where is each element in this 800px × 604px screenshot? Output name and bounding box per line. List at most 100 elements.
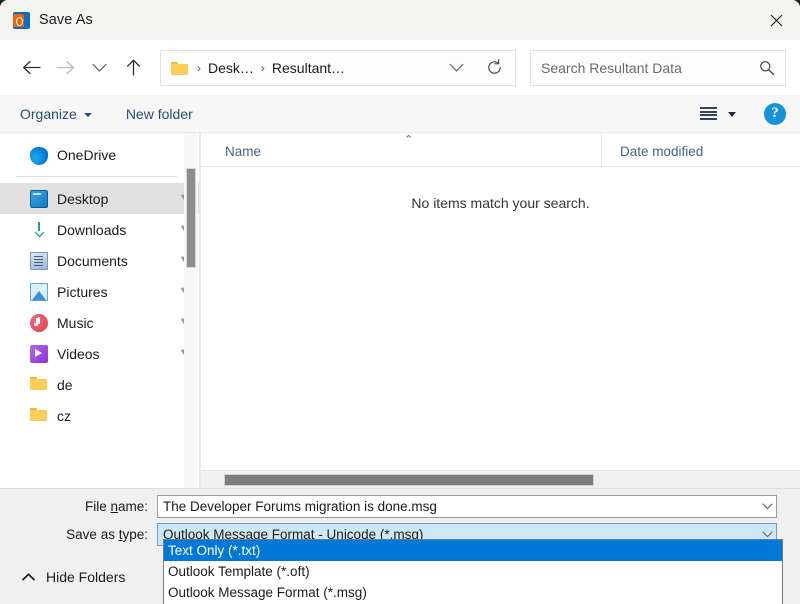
breadcrumb-item-resultant[interactable]: Resultant… (272, 60, 345, 76)
file-list-horizontal-scrollbar[interactable] (201, 470, 800, 488)
navigation-pane: OneDrive Desktop ✒ Downloads ✒ Documents… (0, 133, 200, 488)
sidebar-item-label: Documents (57, 253, 128, 269)
dropdown-option-label: Outlook Message Format (*.msg) (168, 585, 367, 600)
outlook-icon (13, 12, 30, 29)
sidebar-item-desktop[interactable]: Desktop ✒ (0, 183, 199, 214)
file-name-label: File name: (0, 499, 157, 514)
chevron-down-icon (449, 63, 464, 73)
sidebar-item-pictures[interactable]: Pictures ✒ (0, 276, 199, 307)
forward-button[interactable] (48, 51, 82, 85)
sort-ascending-icon: ⌃ (404, 135, 413, 146)
view-list-icon (700, 107, 717, 120)
sidebar-item-label: Music (57, 315, 94, 331)
view-options-button[interactable] (694, 101, 742, 127)
save-form: File name: The Developer Forums migratio… (0, 488, 800, 550)
up-button[interactable] (116, 51, 150, 85)
help-label: ? (771, 105, 779, 122)
file-name-input[interactable]: The Developer Forums migration is done.m… (157, 495, 777, 518)
chevron-down-icon (92, 63, 107, 73)
close-button[interactable] (753, 0, 800, 40)
documents-icon (30, 252, 48, 270)
column-header-label: Date modified (620, 144, 703, 159)
folder-icon (30, 377, 48, 395)
onedrive-icon (30, 147, 48, 165)
new-folder-button[interactable]: New folder (120, 101, 199, 127)
navigation-pane-list: OneDrive Desktop ✒ Downloads ✒ Documents… (0, 133, 199, 431)
sidebar-item-label: Pictures (57, 284, 108, 300)
desktop-icon (30, 190, 48, 208)
dropdown-option-outlook-template[interactable]: Outlook Template (*.oft) (164, 561, 782, 582)
command-toolbar: Organize New folder ? (0, 95, 800, 133)
caret-down-icon (84, 113, 92, 117)
address-history-dropdown[interactable] (437, 51, 475, 85)
save-as-type-label: Save as type: (0, 527, 157, 542)
pictures-icon (30, 283, 48, 301)
file-name-row: File name: The Developer Forums migratio… (0, 494, 800, 519)
sidebar-item-onedrive[interactable]: OneDrive (0, 139, 199, 170)
column-header-date-modified[interactable]: Date modified (601, 133, 800, 166)
save-as-type-dropdown-list[interactable]: Text Only (*.txt) Outlook Template (*.of… (163, 539, 783, 604)
forward-arrow-icon (56, 60, 75, 75)
sidebar-scrollbar-thumb[interactable] (186, 168, 196, 268)
back-arrow-icon (22, 60, 41, 75)
sidebar-divider (16, 176, 177, 177)
file-name-value: The Developer Forums migration is done.m… (163, 499, 758, 514)
file-name-dropdown-button[interactable] (758, 503, 776, 510)
sidebar-item-label: de (57, 377, 73, 393)
save-as-type-label-pre: Save as (66, 527, 119, 542)
dialog-body: OneDrive Desktop ✒ Downloads ✒ Documents… (0, 133, 800, 488)
close-icon (770, 14, 783, 27)
breadcrumb-separator-1: › (254, 61, 272, 75)
sidebar-item-downloads[interactable]: Downloads ✒ (0, 214, 199, 245)
file-name-label-post: ame: (118, 499, 148, 514)
sidebar-item-de[interactable]: de (0, 369, 199, 400)
sidebar-item-label: cz (57, 408, 71, 424)
dropdown-option-text-only[interactable]: Text Only (*.txt) (164, 540, 782, 561)
organize-button[interactable]: Organize (14, 101, 98, 127)
sidebar-scrollbar[interactable] (184, 133, 198, 488)
refresh-icon (486, 59, 503, 76)
sidebar-item-label: Desktop (57, 191, 108, 207)
column-header-row: Name Date modified ⌃ (201, 133, 800, 167)
music-icon (30, 314, 48, 332)
sidebar-item-label: OneDrive (57, 147, 116, 163)
help-button[interactable]: ? (764, 103, 786, 125)
chevron-up-icon (22, 573, 35, 581)
chevron-down-icon (762, 531, 773, 538)
dropdown-option-label: Outlook Template (*.oft) (168, 564, 310, 579)
file-list-scrollbar-thumb[interactable] (224, 474, 594, 486)
sidebar-item-cz[interactable]: cz (0, 400, 199, 431)
breadcrumb-item-desktop[interactable]: Desk… (208, 60, 254, 76)
navigation-bar: › Desk… › Resultant… (0, 40, 800, 95)
column-header-name[interactable]: Name (201, 133, 601, 166)
sidebar-item-label: Downloads (57, 222, 126, 238)
save-as-type-dropdown-button[interactable] (758, 531, 776, 538)
downloads-icon (30, 221, 48, 239)
dropdown-option-outlook-message-format[interactable]: Outlook Message Format (*.msg) (164, 582, 782, 603)
caret-down-icon (728, 112, 736, 117)
address-bar[interactable]: › Desk… › Resultant… (160, 50, 516, 86)
sidebar-item-documents[interactable]: Documents ✒ (0, 245, 199, 276)
file-name-label-pre: File (85, 499, 111, 514)
title-bar: Save As (0, 0, 800, 40)
empty-list-message: No items match your search. (201, 167, 800, 470)
breadcrumb-folder-icon (171, 61, 188, 75)
back-button[interactable] (14, 51, 48, 85)
search-box[interactable] (530, 50, 786, 86)
chevron-down-icon (762, 503, 773, 510)
refresh-button[interactable] (475, 51, 513, 85)
window-title: Save As (39, 12, 93, 28)
new-folder-label: New folder (126, 106, 193, 122)
sidebar-item-videos[interactable]: Videos ✒ (0, 338, 199, 369)
organize-label: Organize (20, 106, 77, 122)
hide-folders-button[interactable]: Hide Folders (22, 569, 125, 585)
videos-icon (30, 345, 48, 363)
save-as-type-label-post: ype: (122, 527, 148, 542)
search-input[interactable] (541, 60, 759, 76)
file-list-pane: Name Date modified ⌃ No items match your… (200, 133, 800, 488)
sidebar-item-music[interactable]: Music ✒ (0, 307, 199, 338)
recent-locations-button[interactable] (82, 51, 116, 85)
folder-icon (30, 408, 48, 426)
hide-folders-label: Hide Folders (46, 569, 125, 585)
sidebar-item-label: Videos (57, 346, 100, 362)
